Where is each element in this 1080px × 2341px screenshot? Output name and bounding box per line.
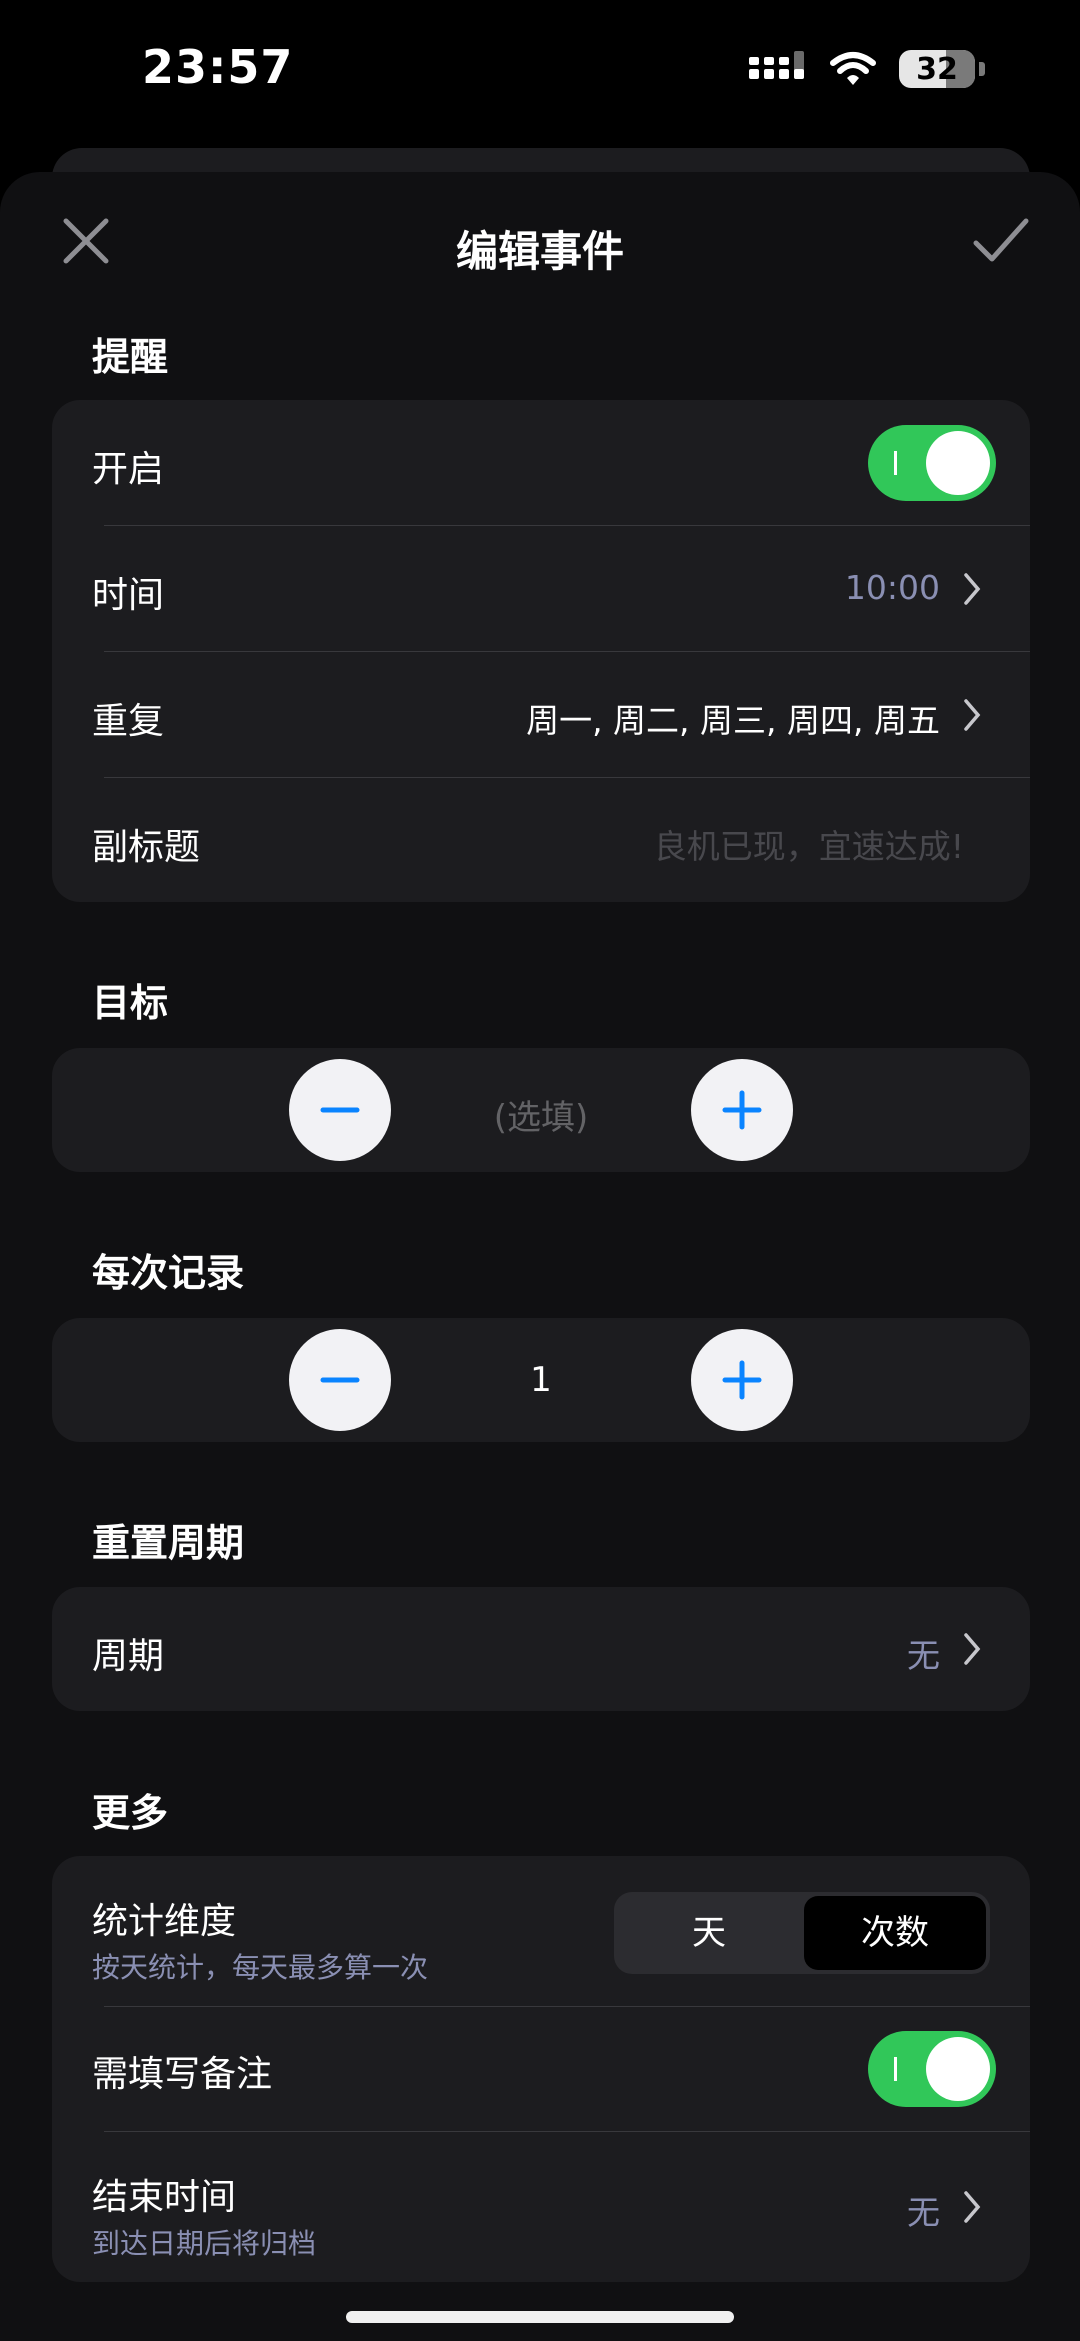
confirm-check-icon[interactable] — [972, 215, 1030, 267]
chevron-right-icon — [964, 1633, 981, 1665]
section-header-reset: 重置周期 — [92, 1521, 245, 1565]
status-time: 23:57 — [142, 40, 294, 94]
stat-sub: 按天统计，每天最多算一次 — [92, 1951, 429, 1984]
reset-card: 周期 无 — [52, 1587, 1030, 1711]
time-label: 时间 — [92, 575, 165, 616]
segment-day[interactable]: 天 — [618, 1896, 800, 1970]
battery-level: 32 — [916, 51, 958, 87]
wifi-icon — [830, 52, 876, 85]
signal-icon — [749, 51, 804, 79]
time-value: 10:00 — [844, 568, 940, 607]
row-enable: 开启 — [52, 400, 1030, 526]
home-indicator — [346, 2311, 734, 2323]
row-repeat[interactable]: 重复 周一, 周二, 周三, 周四, 周五 — [52, 652, 1030, 778]
per-record-card: 1 — [52, 1318, 1030, 1442]
record-value: 1 — [530, 1360, 552, 1400]
repeat-value: 周一, 周二, 周三, 周四, 周五 — [526, 701, 940, 740]
segment-count[interactable]: 次数 — [804, 1896, 986, 1970]
more-card: 统计维度 按天统计，每天最多算一次 天 次数 需填写备注 结束时间 到达日期后将… — [52, 1856, 1030, 2282]
plus-icon — [722, 1090, 762, 1130]
stat-label: 统计维度 — [92, 1901, 237, 1942]
status-icons: 32 — [749, 50, 985, 88]
battery-icon: 32 — [899, 50, 975, 88]
battery-tip — [979, 62, 985, 76]
subtitle-label: 副标题 — [92, 827, 201, 868]
chevron-right-icon — [964, 573, 981, 605]
section-header-more: 更多 — [92, 1791, 169, 1835]
section-header-reminder: 提醒 — [92, 335, 169, 379]
note-toggle[interactable] — [868, 2031, 996, 2107]
reminder-card: 开启 时间 10:00 重复 周一, 周二, 周三, 周四, 周五 副标题 良机… — [52, 400, 1030, 902]
row-subtitle[interactable]: 副标题 良机已现，宜速达成! — [52, 778, 1030, 902]
chevron-right-icon — [964, 699, 981, 731]
reminder-toggle[interactable] — [868, 425, 996, 501]
enable-label: 开启 — [92, 449, 165, 490]
subtitle-input[interactable]: 良机已现，宜速达成! — [654, 820, 964, 868]
end-sub: 到达日期后将归档 — [92, 2227, 317, 2260]
note-label: 需填写备注 — [92, 2054, 273, 2095]
status-bar: 23:57 32 — [0, 0, 1080, 150]
period-value: 无 — [907, 1636, 940, 1675]
goal-value: (选填) — [493, 1098, 589, 1138]
row-time[interactable]: 时间 10:00 — [52, 526, 1030, 652]
row-period[interactable]: 周期 无 — [52, 1587, 1030, 1711]
record-increment-button[interactable] — [691, 1329, 793, 1431]
row-stat-dimension: 统计维度 按天统计，每天最多算一次 天 次数 — [52, 1856, 1030, 2006]
row-note-required: 需填写备注 — [52, 2007, 1030, 2131]
end-label: 结束时间 — [92, 2177, 237, 2218]
plus-icon — [722, 1360, 762, 1400]
end-value: 无 — [907, 2193, 940, 2232]
goal-card: (选填) — [52, 1048, 1030, 1172]
chevron-right-icon — [964, 2191, 981, 2223]
section-header-per-record: 每次记录 — [92, 1251, 245, 1295]
goal-increment-button[interactable] — [691, 1059, 793, 1161]
section-header-goal: 目标 — [92, 981, 169, 1025]
row-end-time[interactable]: 结束时间 到达日期后将归档 无 — [52, 2132, 1030, 2282]
repeat-label: 重复 — [92, 701, 165, 742]
stat-segmented-control: 天 次数 — [614, 1892, 990, 1974]
page-title: 编辑事件 — [455, 227, 624, 276]
period-label: 周期 — [92, 1636, 165, 1677]
